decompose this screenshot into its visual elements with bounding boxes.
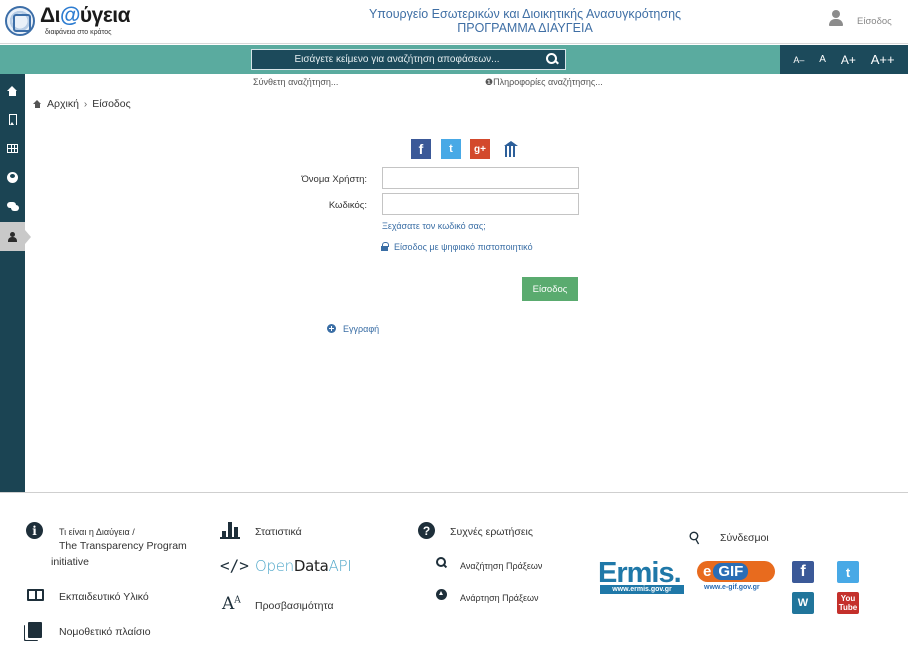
government-building-icon[interactable] — [501, 139, 521, 159]
egif-url-text: www.e-gif.gov.gr — [704, 584, 760, 591]
font-increase-button[interactable]: A+ — [841, 53, 856, 67]
egif-e-text: e — [703, 563, 712, 580]
chat-icon — [6, 202, 19, 211]
ermis-logo-text: Ermis. — [598, 557, 682, 589]
diavgeia-logo[interactable]: Δι@ύγεια — [40, 4, 131, 28]
info-icon: ❶ — [485, 77, 494, 87]
googleplus-share-icon[interactable]: g+ — [470, 139, 490, 159]
certificate-login-link[interactable]: Είσοδος με ψηφιακό πιστοποιητικό — [394, 242, 533, 252]
youtube-icon[interactable]: You Tube — [837, 592, 859, 614]
user-icon[interactable] — [829, 10, 843, 26]
footer-statistics-link[interactable]: Στατιστικά — [255, 525, 302, 539]
sidebar-item-bookmarks[interactable] — [0, 105, 25, 134]
upload-icon — [436, 589, 447, 600]
search-icon — [436, 557, 447, 568]
facebook-icon[interactable]: f — [792, 561, 814, 583]
opendata-data-text: Data — [293, 557, 329, 575]
ermis-url-text: www.ermis.gov.gr — [600, 585, 684, 594]
logo-text-at: @ — [59, 4, 80, 27]
greek-republic-emblem-icon[interactable] — [5, 6, 35, 36]
username-label: Όνομα Χρήστη: — [301, 174, 367, 185]
twitter-icon[interactable]: t — [837, 561, 859, 583]
lock-icon — [381, 242, 389, 251]
facebook-share-icon[interactable]: f — [411, 139, 431, 159]
law-document-icon — [28, 622, 42, 638]
search-input[interactable] — [252, 50, 542, 69]
logo-text-suffix: ύγεια — [79, 4, 131, 27]
footer-search-acts-link[interactable]: Αναζήτηση Πράξεων — [460, 559, 542, 573]
advanced-search-link[interactable]: Σύνθετη αναζήτηση... — [253, 77, 338, 87]
plus-circle-icon — [327, 324, 336, 333]
sidebar-item-user[interactable] — [0, 222, 31, 251]
search-info-label: Πληροφορίες αναζήτησης... — [493, 77, 603, 87]
twitter-share-icon[interactable]: t — [441, 139, 461, 159]
search-info-link[interactable]: ❶Πληροφορίες αναζήτησης... — [485, 77, 603, 88]
youtube-top-text: You — [840, 594, 856, 603]
footer-about-line-3[interactable]: initiative — [51, 555, 89, 569]
breadcrumb: Αρχική › Είσοδος — [33, 98, 131, 110]
question-icon: ? — [418, 522, 435, 539]
code-icon: </> — [220, 556, 249, 575]
password-field[interactable] — [382, 193, 579, 215]
breadcrumb-separator: › — [83, 98, 88, 110]
logo-subtitle: διαφάνεια στο κράτος — [45, 29, 112, 36]
wordpress-icon[interactable]: W — [792, 592, 814, 614]
font-size-controls: A– A A+ A++ — [780, 45, 908, 74]
opendata-open-text: Open — [255, 557, 294, 575]
ermis-logo[interactable]: Ermis. www.ermis.gov.gr — [598, 557, 684, 595]
font-normal-button[interactable]: A — [819, 54, 826, 65]
search-icon[interactable] — [546, 53, 559, 66]
sidebar-item-home[interactable] — [0, 76, 25, 105]
opendata-api-link[interactable]: OpenDataAPI — [255, 557, 352, 575]
footer-faq-link[interactable]: Συχνές ερωτήσεις — [450, 525, 533, 539]
breadcrumb-home[interactable]: Αρχική — [47, 98, 79, 110]
bookmark-icon — [8, 114, 17, 125]
ministry-line-2: ΠΡΟΓΡΑΜΜΑ ΔΙΑΥΓΕΙΑ — [457, 21, 593, 35]
font-decrease-button[interactable]: A– — [793, 55, 804, 65]
logo-text-prefix: Δι — [40, 4, 60, 27]
footer-legal-link[interactable]: Νομοθετικό πλαίσιο — [59, 625, 151, 639]
table-icon — [7, 144, 18, 153]
username-field[interactable] — [382, 167, 579, 189]
footer-accessibility-link[interactable]: Προσβασιμότητα — [255, 599, 334, 613]
password-label: Κωδικός: — [328, 200, 367, 211]
home-icon — [33, 100, 42, 108]
home-icon — [7, 85, 18, 96]
search-box — [251, 49, 566, 70]
sidebar-item-globe[interactable] — [0, 163, 25, 192]
sidebar-item-chat[interactable] — [0, 192, 25, 221]
top-header: Δι@ύγεια διαφάνεια στο κράτος Υπουργείο … — [0, 0, 908, 44]
footer-upload-acts-link[interactable]: Ανάρτηση Πράξεων — [460, 591, 539, 605]
info-icon: i — [26, 522, 43, 539]
forgot-password-link[interactable]: Ξεχάσατε τον κωδικό σας; — [382, 221, 486, 231]
egif-gif-text: GIF — [713, 563, 749, 580]
register-link[interactable]: Εγγραφή — [343, 324, 379, 334]
footer-about-line-1[interactable]: Τι είναι η Διαύγεια / — [59, 525, 135, 539]
footer-training-link[interactable]: Εκπαιδευτικό Υλικό — [59, 590, 149, 604]
footer-about-line-2[interactable]: The Transparency Program — [59, 539, 187, 553]
login-submit-button[interactable]: Είσοδος — [522, 277, 578, 301]
opendata-api-text: API — [328, 557, 352, 575]
youtube-bottom-text: Tube — [838, 603, 858, 612]
egif-logo[interactable]: e GIF www.e-gif.gov.gr — [697, 561, 777, 593]
ministry-title: Υπουργείο Εσωτερικών και Διοικητικής Ανα… — [310, 7, 740, 35]
globe-icon — [7, 172, 18, 183]
book-icon — [27, 589, 44, 601]
user-icon — [8, 231, 17, 242]
font-max-button[interactable]: A++ — [871, 52, 895, 67]
accessibility-icon: AA — [222, 594, 241, 614]
sidebar-item-table[interactable] — [0, 134, 25, 163]
footer-links-link[interactable]: Σύνδεσμοι — [720, 531, 769, 545]
search-bar: A– A A+ A++ — [0, 45, 908, 74]
breadcrumb-current: Είσοδος — [92, 98, 131, 110]
header-login-link[interactable]: Είσοδος — [857, 16, 892, 27]
bar-chart-icon — [220, 522, 240, 539]
left-sidebar — [0, 74, 31, 492]
ministry-line-1: Υπουργείο Εσωτερικών και Διοικητικής Ανα… — [368, 7, 682, 21]
